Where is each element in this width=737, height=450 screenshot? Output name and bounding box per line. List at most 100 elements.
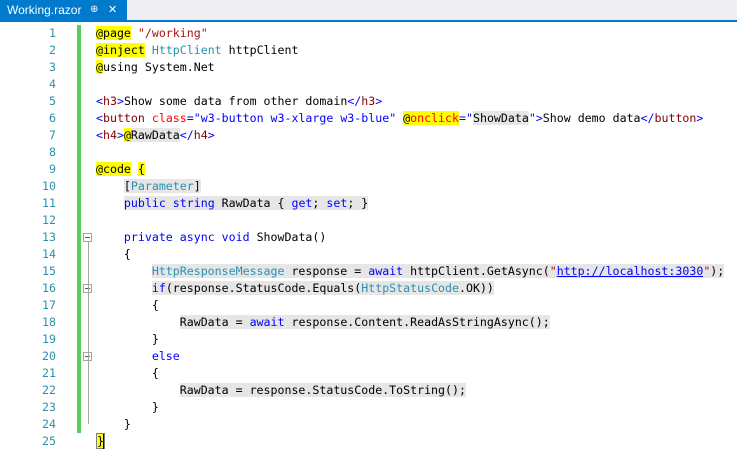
code-token: } — [96, 400, 159, 414]
code-token: { — [137, 162, 145, 176]
code-line[interactable]: 12 — [0, 212, 737, 229]
code-token: private async void ShowData() — [123, 230, 327, 244]
change-indicator — [77, 93, 81, 110]
code-line[interactable]: 24 } — [0, 416, 737, 433]
code-line[interactable]: 1 @page "/working" — [0, 25, 737, 42]
code-line[interactable]: 6 <button class="w3-button w3-xlarge w3-b… — [0, 110, 737, 127]
code-token: onclick — [410, 111, 460, 125]
code-line[interactable]: 20 else — [0, 348, 737, 365]
code-line[interactable]: 3 @using System.Net — [0, 59, 737, 76]
change-indicator — [77, 42, 81, 59]
fold-guide — [88, 361, 89, 407]
document-tab[interactable]: Working.razor ⊕ ✕ — [0, 0, 127, 20]
line-number: 13 — [42, 230, 56, 244]
code-text: } — [96, 331, 159, 348]
code-token: RawData = — [179, 315, 250, 329]
code-token: http://localhost:3030 — [556, 264, 704, 278]
change-indicator — [77, 382, 81, 399]
collapse-icon[interactable] — [83, 233, 92, 242]
code-token: @code — [96, 162, 131, 176]
code-line[interactable]: 4 — [0, 76, 737, 93]
line-number: 24 — [42, 417, 56, 431]
document-tab-bar: Working.razor ⊕ ✕ — [0, 0, 737, 22]
code-token: = — [459, 111, 466, 125]
code-token: else — [151, 349, 180, 363]
code-token: { — [96, 298, 159, 312]
code-token: </ — [179, 128, 194, 142]
code-text: <h4>@RawData</h4> — [96, 127, 215, 144]
line-number: 16 — [42, 281, 56, 295]
code-text: public string RawData { get; set; } — [96, 195, 369, 212]
code-token: @inject — [96, 43, 145, 57]
code-line[interactable]: 15 HttpResponseMessage response = await … — [0, 263, 737, 280]
code-line[interactable]: 25} — [0, 433, 737, 450]
code-line[interactable]: 2 @inject HttpClient httpClient — [0, 42, 737, 59]
code-line[interactable]: 14 { — [0, 246, 737, 263]
code-token: HttpStatusCode — [361, 281, 459, 295]
pin-icon[interactable]: ⊕ — [90, 0, 98, 20]
code-line[interactable]: 5 <h3>Show some data from other domain</h… — [0, 93, 737, 110]
code-line[interactable]: 23 } — [0, 399, 737, 416]
line-number: 14 — [42, 247, 56, 261]
code-token: { — [96, 247, 131, 261]
code-line[interactable]: 19 } — [0, 331, 737, 348]
line-number: 1 — [49, 26, 56, 40]
line-number: 15 — [42, 264, 56, 278]
code-token: class — [151, 111, 187, 125]
code-line[interactable]: 9 @code { — [0, 161, 737, 178]
code-line[interactable]: 16 if(response.StatusCode.Equals(HttpSta… — [0, 280, 737, 297]
change-indicator — [77, 127, 81, 144]
line-number: 12 — [42, 213, 56, 227]
code-line[interactable]: 8 — [0, 144, 737, 161]
change-indicator — [77, 348, 81, 365]
code-token: Show some data from other domain — [123, 94, 348, 108]
line-number: 3 — [49, 60, 56, 74]
code-text: @inject HttpClient httpClient — [96, 42, 298, 59]
code-line[interactable]: 13 private async void ShowData() — [0, 229, 737, 246]
code-text: { — [96, 365, 159, 382]
code-token: "w3-button w3-xlarge w3-blue" — [193, 111, 397, 125]
code-text: { — [96, 246, 131, 263]
code-token: RawData = response.StatusCode.ToString()… — [179, 383, 466, 397]
close-icon[interactable]: ✕ — [108, 0, 117, 20]
code-token: button — [654, 111, 697, 125]
code-token: ); — [710, 264, 725, 278]
change-indicator — [77, 161, 81, 178]
code-line[interactable]: 17 { — [0, 297, 737, 314]
code-line[interactable]: 10 [Parameter] — [0, 178, 737, 195]
code-editor[interactable]: 1 @page "/working" 2 @inject HttpClient htt… — [0, 22, 737, 449]
code-text: HttpResponseMessage response = await htt… — [96, 263, 725, 280]
code-token: ShowData — [472, 111, 529, 125]
line-number: 11 — [42, 196, 56, 210]
line-number: 2 — [49, 43, 56, 57]
code-text: <button class="w3-button w3-xlarge w3-bl… — [96, 110, 703, 127]
line-number: 23 — [42, 400, 56, 414]
code-token: > — [375, 94, 383, 108]
code-token: @ — [123, 128, 131, 142]
code-line[interactable]: 7 <h4>@RawData</h4> — [0, 127, 737, 144]
code-token: h3 — [361, 94, 376, 108]
code-token: @ — [96, 60, 103, 74]
code-token: "/working" — [137, 26, 208, 40]
change-indicator — [77, 416, 81, 433]
line-number: 8 — [49, 145, 56, 159]
code-line[interactable]: 22 RawData = response.StatusCode.ToStrin… — [0, 382, 737, 399]
code-line[interactable]: 21 { — [0, 365, 737, 382]
change-indicator — [77, 297, 81, 314]
code-text: private async void ShowData() — [96, 229, 326, 246]
code-token: h4 — [193, 128, 208, 142]
code-token: HttpResponseMessage — [151, 264, 285, 278]
code-token: .OK)) — [459, 281, 494, 295]
line-number: 21 — [42, 366, 56, 380]
code-token: HttpClient — [151, 43, 222, 57]
code-line[interactable]: 18 RawData = await response.Content.Read… — [0, 314, 737, 331]
code-token: using System.Net — [102, 60, 215, 74]
code-line[interactable]: 11 public string RawData { get; set; } — [0, 195, 737, 212]
line-number: 20 — [42, 349, 56, 363]
code-token: h3 — [102, 94, 117, 108]
